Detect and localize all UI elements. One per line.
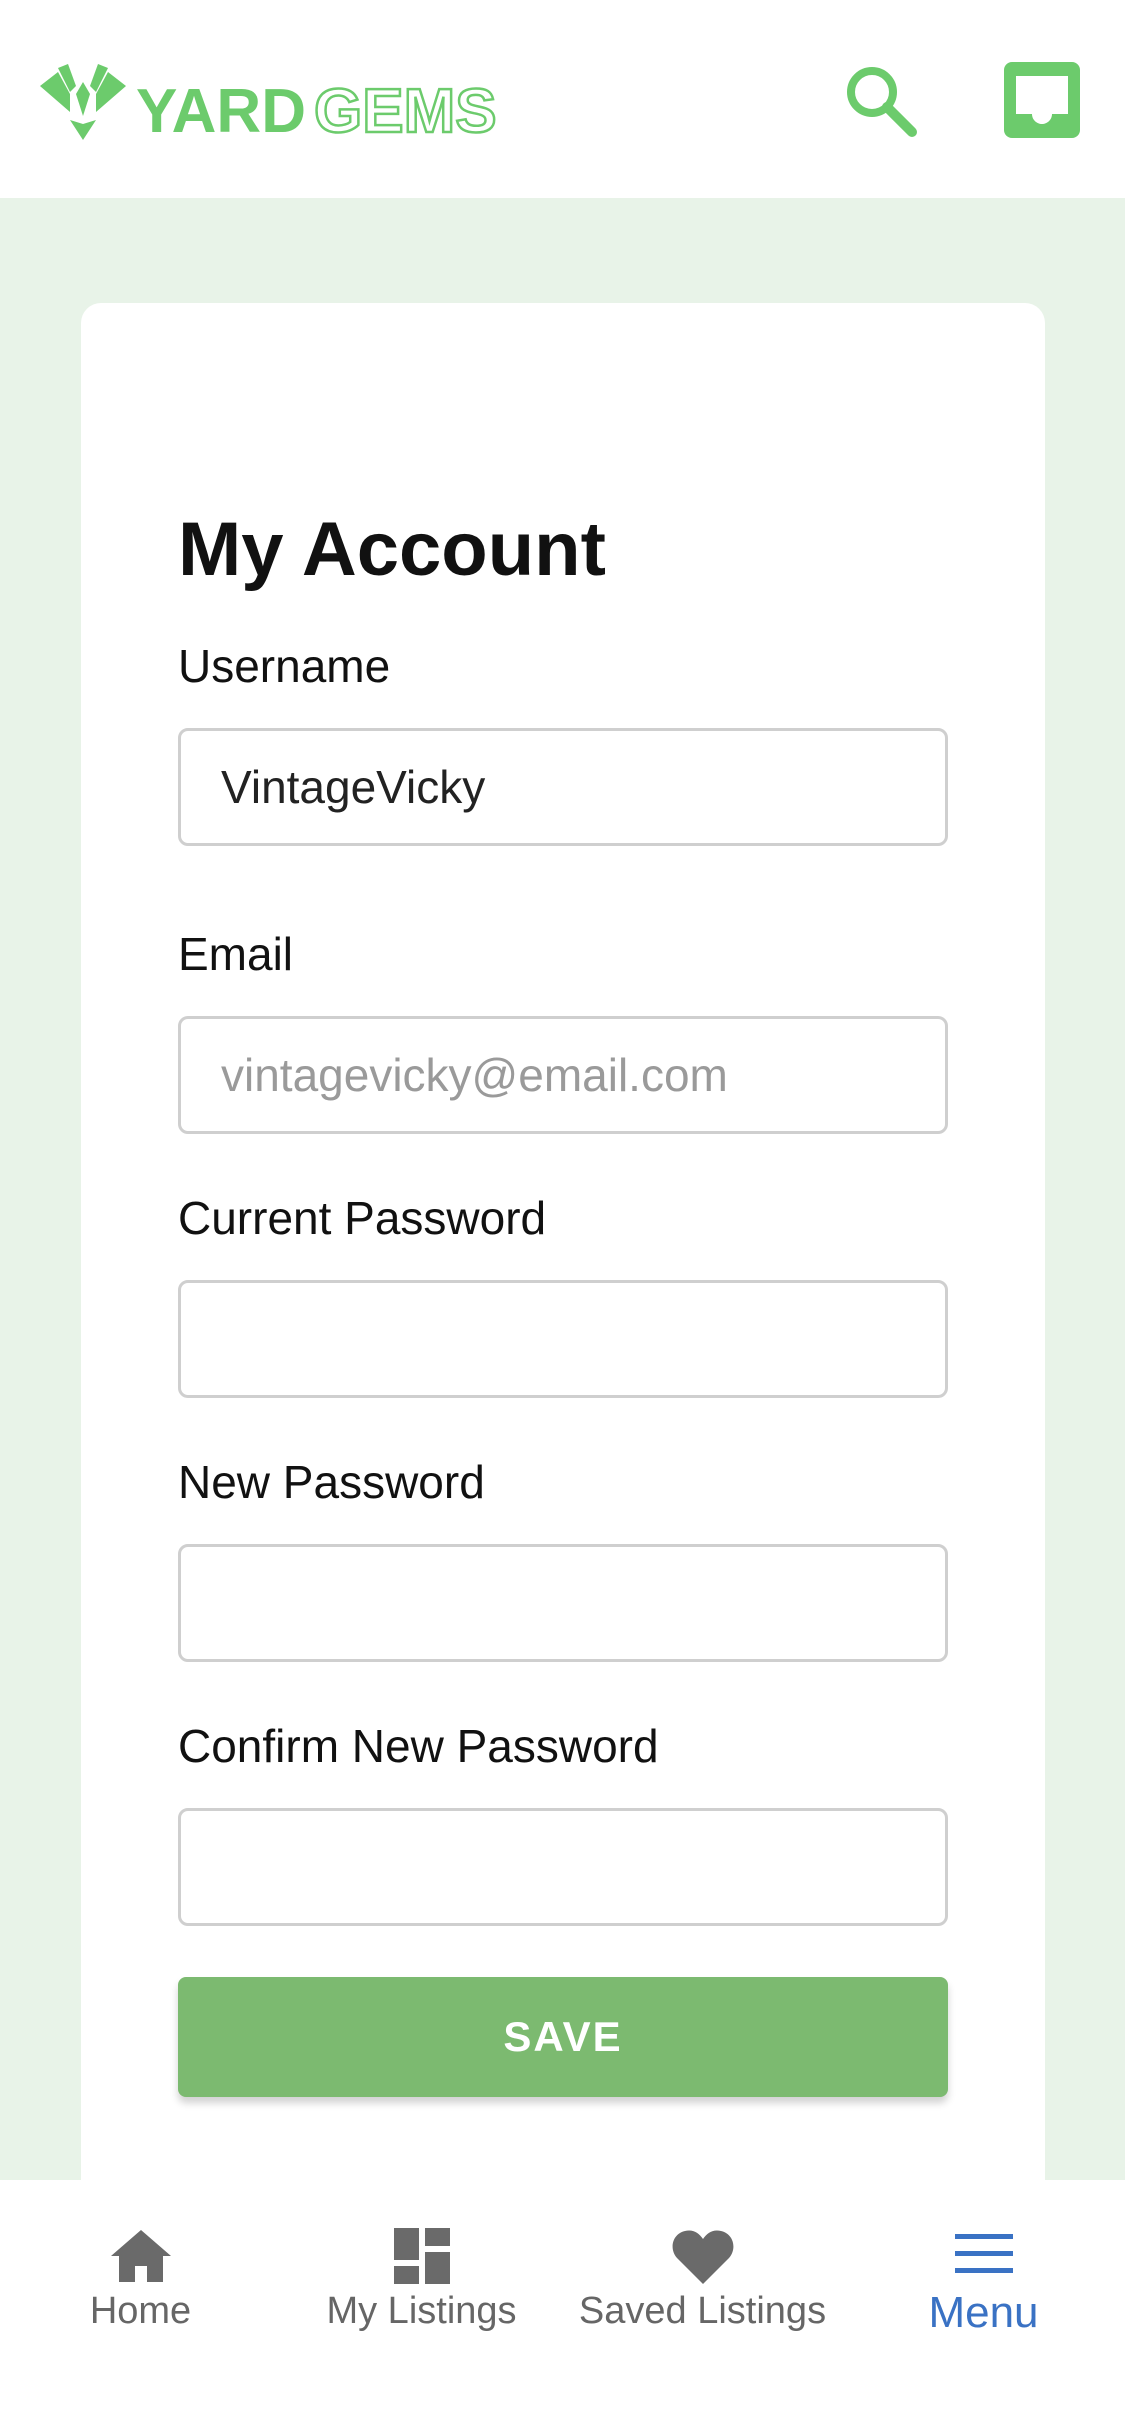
search-icon[interactable] (840, 60, 920, 140)
home-icon (110, 2230, 171, 2282)
nav-label-menu: Menu (928, 2288, 1039, 2337)
inbox-icon[interactable] (1000, 58, 1084, 142)
hamburger-menu-icon (954, 2234, 1013, 2273)
gem-icon (40, 64, 126, 140)
new-password-label: New Password (178, 1456, 485, 1508)
heart-icon (672, 2230, 733, 2284)
nav-item-home[interactable]: Home (0, 2180, 281, 2436)
app-header: YARD GEMS (0, 0, 1125, 198)
new-password-input[interactable] (178, 1544, 948, 1662)
username-input[interactable] (178, 728, 948, 846)
confirm-password-input[interactable] (178, 1808, 948, 1926)
yard-gems-logo: YARD GEMS (40, 64, 498, 144)
username-label: Username (178, 640, 391, 692)
email-input[interactable] (178, 1016, 948, 1134)
brand-text-gems: GEMS (314, 77, 497, 144)
nav-item-my-listings[interactable]: My Listings (281, 2180, 562, 2436)
current-password-label: Current Password (178, 1192, 547, 1244)
dashboard-icon (393, 2228, 450, 2284)
save-button[interactable]: SAVE (178, 1977, 948, 2097)
brand-text-yard: YARD (136, 77, 306, 144)
nav-item-menu[interactable]: Menu (843, 2180, 1124, 2436)
page-title: My Account (178, 507, 606, 592)
email-label: Email (178, 928, 294, 980)
current-password-input[interactable] (178, 1280, 948, 1398)
brand-logo[interactable]: YARD GEMS (40, 64, 500, 144)
nav-item-saved-listings[interactable]: Saved Listings (562, 2180, 843, 2436)
nav-label-home: Home (89, 2290, 192, 2332)
nav-label-saved-listings: Saved Listings (578, 2290, 827, 2332)
nav-label-my-listings: My Listings (326, 2290, 517, 2332)
confirm-password-label: Confirm New Password (178, 1720, 659, 1772)
bottom-nav: Home My Listings Saved Listings Menu (0, 2180, 1125, 2436)
